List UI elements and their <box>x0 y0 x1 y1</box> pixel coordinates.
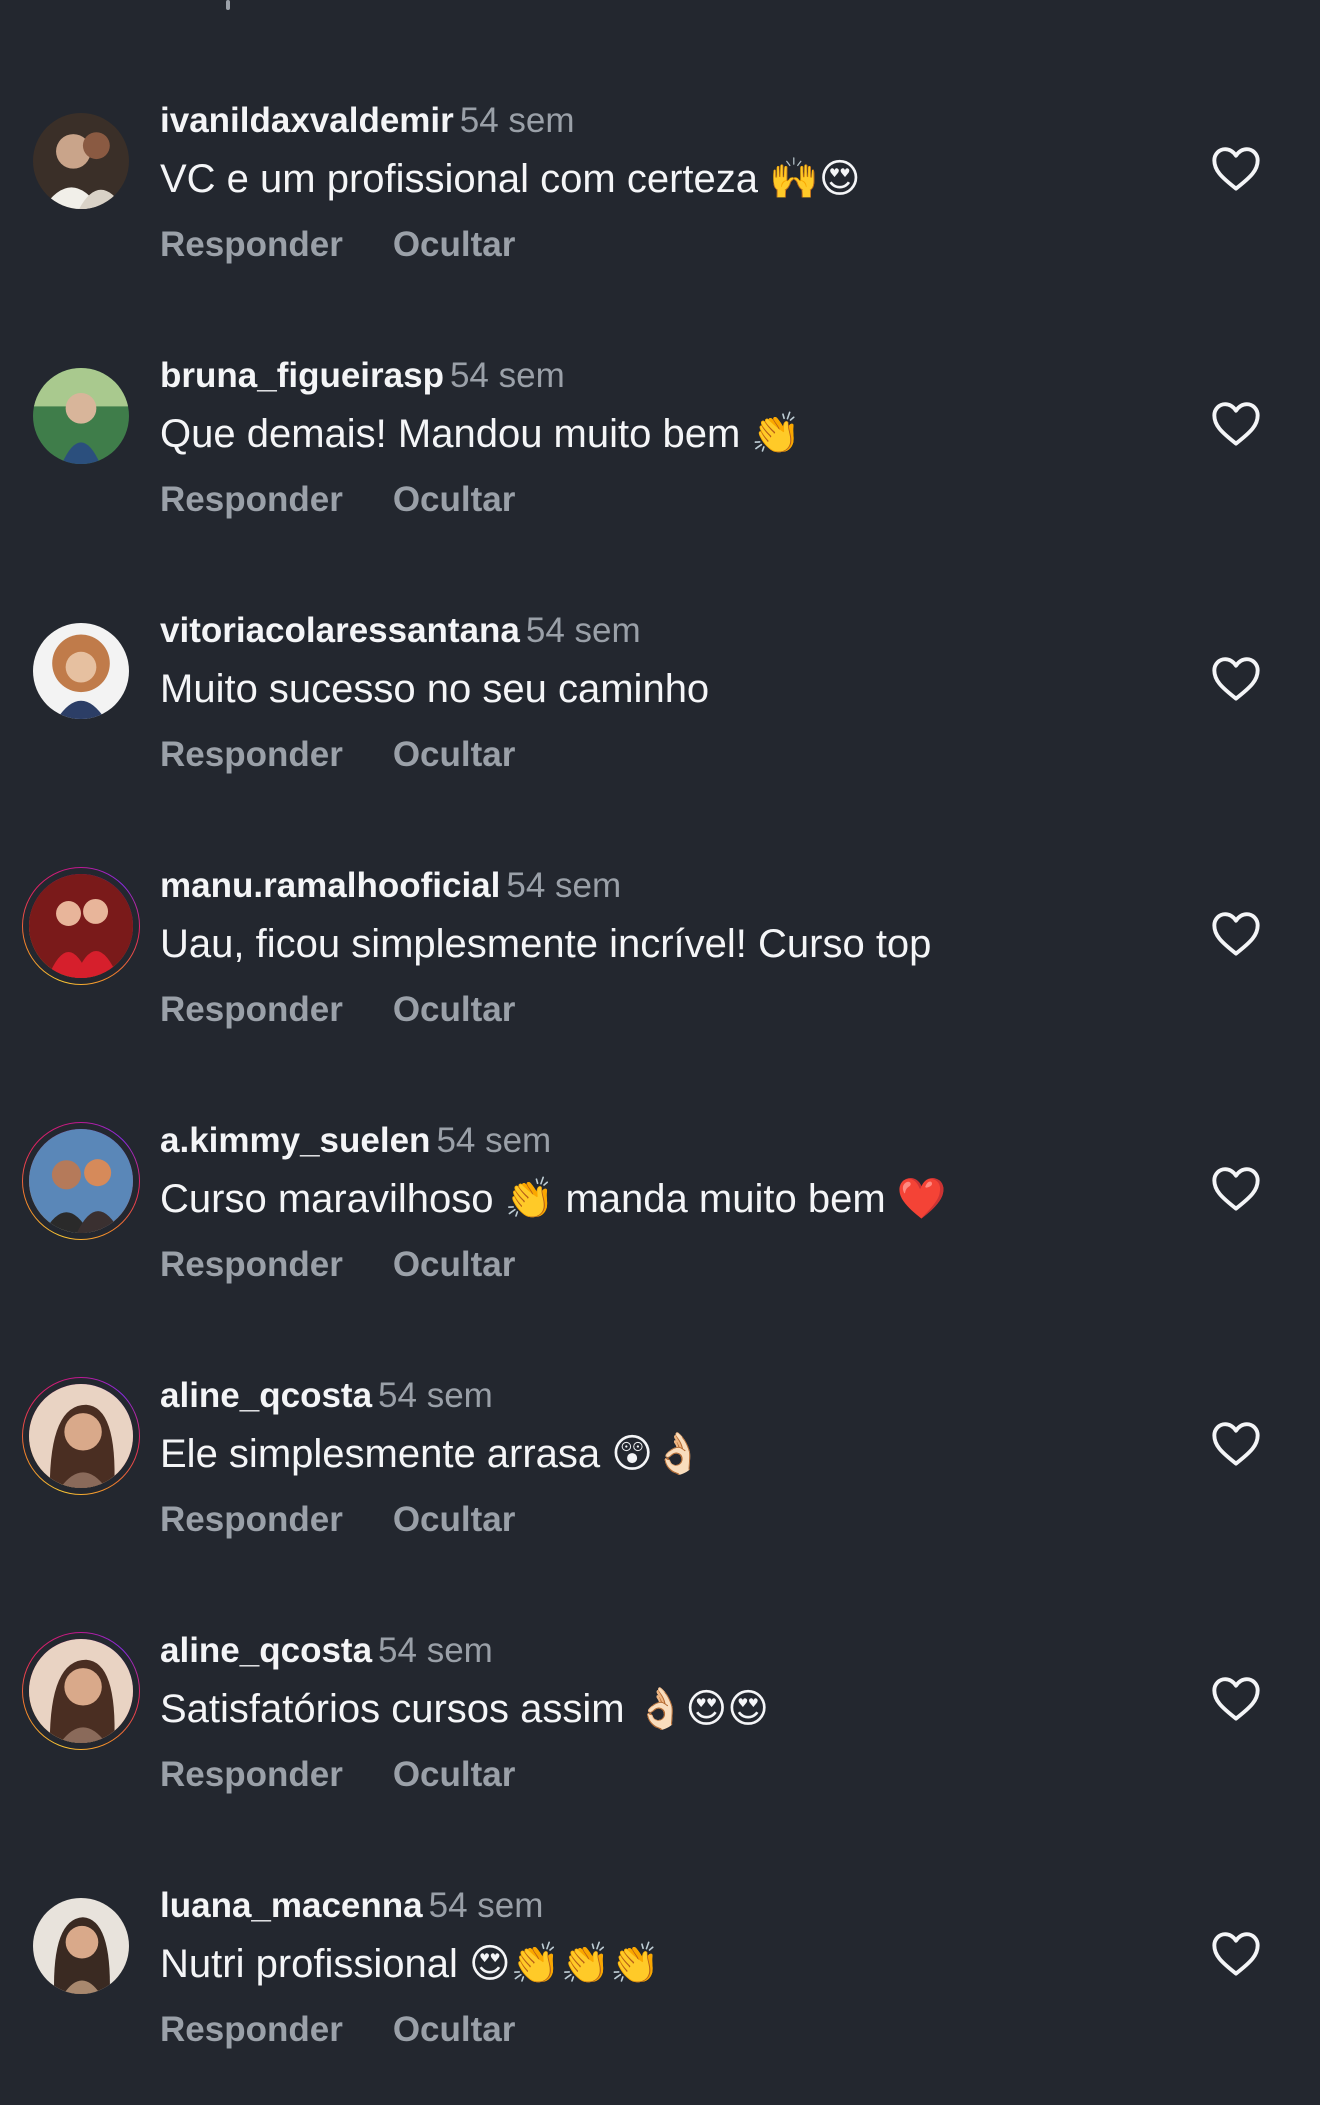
hide-button[interactable]: Ocultar <box>393 225 516 264</box>
comment-actions: Responder Ocultar <box>160 1754 515 1796</box>
reply-button[interactable]: Responder <box>160 1755 343 1794</box>
avatar-image <box>33 113 129 209</box>
comment-meta: bruna_figueirasp 54 sem <box>160 355 565 397</box>
avatar-image <box>23 1378 139 1494</box>
comment-item: a.kimmy_suelen 54 sem Curso maravilhoso 👏… <box>0 1120 1320 1340</box>
reply-button[interactable]: Responder <box>160 1500 343 1539</box>
comment-meta: a.kimmy_suelen 54 sem <box>160 1120 551 1162</box>
comment-actions: Responder Ocultar <box>160 224 515 266</box>
avatar-image <box>33 623 129 719</box>
avatar-image <box>23 1633 139 1749</box>
comment-text: Satisfatórios cursos assim 👌🏻😍😍 <box>160 1687 769 1731</box>
comment-time: 54 sem <box>525 611 641 650</box>
comment-text: VC e um profissional com certeza 🙌😍 <box>160 157 861 201</box>
avatar-image <box>23 868 139 984</box>
avatar-story-ring[interactable] <box>22 867 140 985</box>
avatar[interactable] <box>22 1887 140 2005</box>
comment-item: aline_qcosta 54 sem Satisfatórios cursos … <box>0 1630 1320 1850</box>
hide-button[interactable]: Ocultar <box>393 1245 516 1284</box>
comment-meta: luana_macenna 54 sem <box>160 1885 543 1927</box>
comment-item: aline_qcosta 54 sem Ele simplesmente arra… <box>0 1375 1320 1595</box>
heart-outline-icon[interactable] <box>1210 1164 1262 1212</box>
heart-outline-icon[interactable] <box>1210 1674 1262 1722</box>
reply-button[interactable]: Responder <box>160 2010 343 2049</box>
comment-username[interactable]: a.kimmy_suelen <box>160 1121 430 1160</box>
comment-actions: Responder Ocultar <box>160 1244 515 1286</box>
hide-button[interactable]: Ocultar <box>393 2010 516 2049</box>
comment-text: Curso maravilhoso 👏 manda muito bem ❤️ <box>160 1177 947 1221</box>
comment-time: 54 sem <box>506 866 622 905</box>
comment-text: Muito sucesso no seu caminho <box>160 667 710 711</box>
comment-actions: Responder Ocultar <box>160 1499 515 1541</box>
reply-button[interactable]: Responder <box>160 480 343 519</box>
avatar-image <box>23 1123 139 1239</box>
comment-time: 54 sem <box>428 1886 544 1925</box>
reply-button[interactable]: Responder <box>160 735 343 774</box>
avatar-image <box>33 1898 129 1994</box>
comment-time: 54 sem <box>436 1121 552 1160</box>
reply-button[interactable]: Responder <box>160 1245 343 1284</box>
comment-item: luana_macenna 54 sem Nutri profissional 😍… <box>0 1885 1320 2105</box>
avatar-image <box>33 368 129 464</box>
comment-item: vitoriacolaressantana 54 sem Muito sucess… <box>0 610 1320 830</box>
avatar[interactable] <box>22 612 140 730</box>
comment-time: 54 sem <box>378 1631 493 1670</box>
comment-actions: Responder Ocultar <box>160 2009 515 2051</box>
reply-button[interactable]: Responder <box>160 225 343 264</box>
comment-actions: Responder Ocultar <box>160 989 515 1031</box>
heart-outline-icon[interactable] <box>1210 144 1262 192</box>
avatar-story-ring[interactable] <box>22 1377 140 1495</box>
avatar[interactable] <box>22 102 140 220</box>
reply-button[interactable]: Responder <box>160 990 343 1029</box>
comment-username[interactable]: manu.ramalhooficial <box>160 866 500 905</box>
comment-username[interactable]: aline_qcosta <box>160 1376 372 1415</box>
avatar-story-ring[interactable] <box>22 1632 140 1750</box>
hide-button[interactable]: Ocultar <box>393 990 516 1029</box>
comment-username[interactable]: luana_macenna <box>160 1886 423 1925</box>
scroll-edge-marker <box>226 0 230 10</box>
comment-text: Que demais! Mandou muito bem 👏 <box>160 412 802 456</box>
comment-time: 54 sem <box>378 1376 493 1415</box>
comment-text: Nutri profissional 😍👏👏👏 <box>160 1942 661 1986</box>
comment-meta: aline_qcosta 54 sem <box>160 1375 493 1417</box>
comment-username[interactable]: ivanildaxvaldemir <box>160 101 454 140</box>
hide-button[interactable]: Ocultar <box>393 735 516 774</box>
comment-username[interactable]: vitoriacolaressantana <box>160 611 520 650</box>
comment-item: ivanildaxvaldemir 54 sem VC e um profissi… <box>0 100 1320 320</box>
avatar-story-ring[interactable] <box>22 1122 140 1240</box>
heart-outline-icon[interactable] <box>1210 654 1262 702</box>
comment-item: manu.ramalhooficial 54 sem Uau, ficou sim… <box>0 865 1320 1085</box>
hide-button[interactable]: Ocultar <box>393 480 516 519</box>
comment-username[interactable]: aline_qcosta <box>160 1631 372 1670</box>
heart-outline-icon[interactable] <box>1210 1929 1262 1977</box>
comment-actions: Responder Ocultar <box>160 734 515 776</box>
heart-outline-icon[interactable] <box>1210 1419 1262 1467</box>
comment-meta: vitoriacolaressantana 54 sem <box>160 610 641 652</box>
hide-button[interactable]: Ocultar <box>393 1755 516 1794</box>
comment-actions: Responder Ocultar <box>160 479 515 521</box>
comment-meta: manu.ramalhooficial 54 sem <box>160 865 621 907</box>
comment-text: Uau, ficou simplesmente incrível! Curso … <box>160 922 932 966</box>
comment-meta: ivanildaxvaldemir 54 sem <box>160 100 575 142</box>
comment-time: 54 sem <box>449 356 565 395</box>
hide-button[interactable]: Ocultar <box>393 1500 516 1539</box>
heart-outline-icon[interactable] <box>1210 909 1262 957</box>
comment-meta: aline_qcosta 54 sem <box>160 1630 493 1672</box>
comment-time: 54 sem <box>459 101 575 140</box>
heart-outline-icon[interactable] <box>1210 399 1262 447</box>
avatar[interactable] <box>22 357 140 475</box>
comment-text: Ele simplesmente arrasa 😲👌🏻 <box>160 1432 703 1476</box>
comment-username[interactable]: bruna_figueirasp <box>160 356 444 395</box>
comment-item: bruna_figueirasp 54 sem Que demais! Mando… <box>0 355 1320 575</box>
